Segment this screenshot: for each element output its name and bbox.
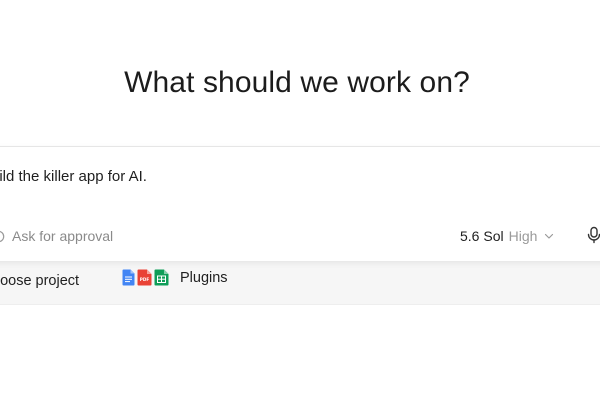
model-effort: High bbox=[508, 228, 538, 244]
prompt-input[interactable]: uild the killer app for AI. bbox=[0, 168, 147, 185]
plugins-button[interactable]: PDF Plugins bbox=[122, 269, 228, 286]
google-sheets-icon bbox=[154, 269, 169, 286]
approval-icon bbox=[0, 230, 5, 242]
composer-footer: hoose project PDF Plugins bbox=[0, 260, 600, 305]
choose-project-button[interactable]: hoose project bbox=[0, 273, 79, 289]
model-selector[interactable]: 5.6 Sol High bbox=[460, 228, 554, 244]
google-docs-icon bbox=[122, 269, 135, 286]
microphone-icon[interactable] bbox=[586, 226, 600, 244]
plugin-icons: PDF bbox=[122, 269, 171, 286]
plugins-label: Plugins bbox=[180, 269, 228, 286]
pdf-icon: PDF bbox=[137, 269, 152, 286]
composer-container: uild the killer app for AI. Ask for appr… bbox=[0, 146, 600, 306]
approval-mode-label: Ask for approval bbox=[12, 228, 114, 244]
page: What should we work on? uild the killer … bbox=[0, 0, 600, 400]
prompt-composer[interactable]: uild the killer app for AI. Ask for appr… bbox=[0, 146, 600, 262]
model-name: 5.6 Sol bbox=[460, 228, 504, 244]
svg-text:PDF: PDF bbox=[140, 277, 150, 282]
page-title: What should we work on? bbox=[124, 66, 470, 99]
chevron-down-icon bbox=[545, 233, 554, 239]
approval-mode-button[interactable]: Ask for approval bbox=[0, 228, 113, 244]
